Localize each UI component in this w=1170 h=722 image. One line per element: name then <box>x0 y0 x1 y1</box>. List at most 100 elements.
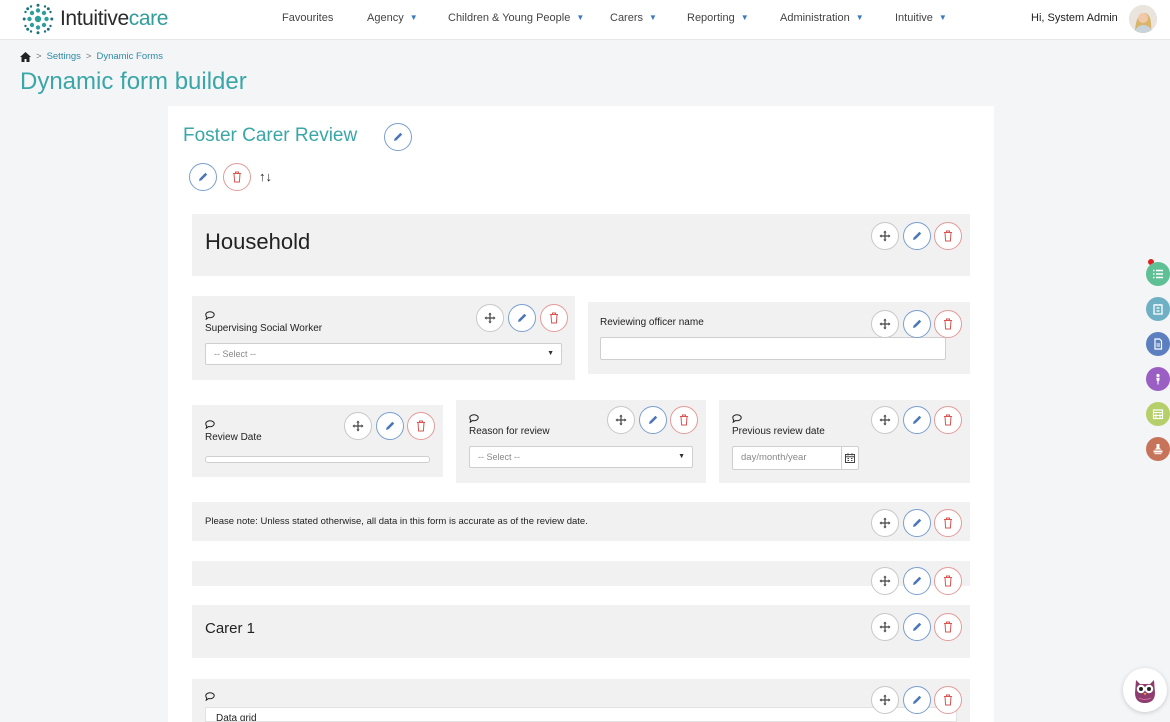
field-reason-for-review[interactable] <box>456 400 706 483</box>
nav-item-agency[interactable]: Agency ▼ <box>367 12 418 24</box>
delete-button[interactable] <box>540 304 568 332</box>
section-heading: Carer 1 <box>205 620 256 637</box>
move-icon <box>879 694 891 706</box>
edit-button[interactable] <box>903 509 931 537</box>
breadcrumb-settings[interactable]: Settings <box>47 51 81 62</box>
delete-form-button[interactable] <box>223 163 251 191</box>
page-title: Dynamic form builder <box>20 68 247 95</box>
edit-button[interactable] <box>903 686 931 714</box>
move-button[interactable] <box>871 613 899 641</box>
edit-button[interactable] <box>903 567 931 595</box>
nav-item-label: Administration <box>780 12 850 24</box>
reason-for-review-select[interactable]: -- Select -- ▼ <box>469 446 693 468</box>
form-title: Foster Carer Review <box>183 125 358 146</box>
edit-button[interactable] <box>508 304 536 332</box>
delete-button[interactable] <box>407 412 435 440</box>
nav-item-label: Children & Young People <box>448 12 571 24</box>
chevron-down-icon: ▼ <box>938 13 947 22</box>
nav-item-reporting[interactable]: Reporting ▼ <box>687 12 749 24</box>
side-document-button[interactable] <box>1146 332 1170 356</box>
logo-wordmark-part-a: Intuitive <box>60 7 129 30</box>
select-placeholder: -- Select -- <box>214 349 257 359</box>
trash-icon <box>550 312 558 324</box>
reorder-arrows[interactable]: ↑↓ <box>259 169 272 184</box>
move-button[interactable] <box>871 310 899 338</box>
nav-item-administration[interactable]: Administration ▼ <box>780 12 864 24</box>
side-stamp-button[interactable] <box>1146 437 1170 461</box>
speech-bubble-icon <box>205 692 215 701</box>
breadcrumb-dynamic-forms[interactable]: Dynamic Forms <box>96 51 163 62</box>
caret-down-icon: ▼ <box>547 350 554 357</box>
move-icon <box>879 621 891 633</box>
edit-button[interactable] <box>903 406 931 434</box>
move-button[interactable] <box>871 567 899 595</box>
user-greeting[interactable]: Hi, System Admin <box>1031 12 1118 24</box>
avatar-portrait-icon <box>1129 5 1157 33</box>
nav-item-intuitive[interactable]: Intuitive ▼ <box>895 12 947 24</box>
field-label: Reason for review <box>469 426 550 437</box>
nav-item-carers[interactable]: Carers ▼ <box>610 12 657 24</box>
field-previous-review-date[interactable] <box>719 400 970 483</box>
date-placeholder: day/month/year <box>741 452 807 463</box>
building-icon <box>1153 304 1163 315</box>
trash-icon <box>944 230 952 242</box>
side-calendar-button[interactable] <box>1146 402 1170 426</box>
home-icon[interactable] <box>20 51 31 62</box>
chevron-down-icon: ▼ <box>855 13 864 22</box>
move-button[interactable] <box>871 686 899 714</box>
edit-form-title-button[interactable] <box>384 123 412 151</box>
edit-form-button[interactable] <box>189 163 217 191</box>
side-building-button[interactable] <box>1146 297 1170 321</box>
breadcrumb-separator: > <box>85 51 92 62</box>
section-heading: Household <box>205 229 311 254</box>
delete-button[interactable] <box>934 509 962 537</box>
calendar-icon[interactable] <box>845 453 855 463</box>
nav-item-label: Favourites <box>282 12 334 24</box>
reviewing-officer-name-input[interactable] <box>600 337 946 360</box>
move-icon <box>879 414 891 426</box>
delete-button[interactable] <box>934 567 962 595</box>
move-icon <box>879 575 891 587</box>
delete-button[interactable] <box>934 613 962 641</box>
edit-button[interactable] <box>639 406 667 434</box>
field-label: Review Date <box>205 432 262 443</box>
move-button[interactable] <box>607 406 635 434</box>
edit-button[interactable] <box>376 412 404 440</box>
previous-review-date-input[interactable]: day/month/year <box>732 446 859 470</box>
pencil-icon <box>649 415 658 424</box>
nav-item-children-young-people[interactable]: Children & Young People ▼ <box>448 12 584 24</box>
field-label: Supervising Social Worker <box>205 323 323 334</box>
supervising-social-worker-select[interactable]: -- Select -- ▼ <box>205 343 562 365</box>
nav-item-label: Intuitive <box>895 12 933 24</box>
edit-button[interactable] <box>903 310 931 338</box>
delete-button[interactable] <box>934 222 962 250</box>
review-date-input[interactable] <box>205 456 430 463</box>
trash-icon <box>944 414 952 426</box>
empty-block[interactable] <box>192 561 970 586</box>
side-person-button[interactable] <box>1146 367 1170 391</box>
help-assistant-button[interactable] <box>1123 668 1167 712</box>
document-icon <box>1154 338 1163 350</box>
section-carer-1[interactable] <box>192 605 970 658</box>
edit-button[interactable] <box>903 613 931 641</box>
delete-button[interactable] <box>934 406 962 434</box>
delete-button[interactable] <box>934 310 962 338</box>
move-button[interactable] <box>344 412 372 440</box>
trash-icon <box>944 517 952 529</box>
move-button[interactable] <box>476 304 504 332</box>
user-avatar[interactable] <box>1129 5 1157 33</box>
move-button[interactable] <box>871 509 899 537</box>
move-button[interactable] <box>871 222 899 250</box>
side-list-button[interactable] <box>1146 262 1170 286</box>
caret-down-icon: ▼ <box>678 453 685 460</box>
pencil-icon <box>518 313 527 322</box>
edit-button[interactable] <box>903 222 931 250</box>
pencil-icon <box>913 622 922 631</box>
delete-button[interactable] <box>670 406 698 434</box>
intuitivecare-logo[interactable]: Intuitivecare <box>22 3 177 35</box>
delete-button[interactable] <box>934 686 962 714</box>
nav-item-favourites[interactable]: Favourites <box>282 12 333 24</box>
move-button[interactable] <box>871 406 899 434</box>
list-icon <box>1153 269 1163 279</box>
nav-item-label: Carers <box>610 12 644 24</box>
